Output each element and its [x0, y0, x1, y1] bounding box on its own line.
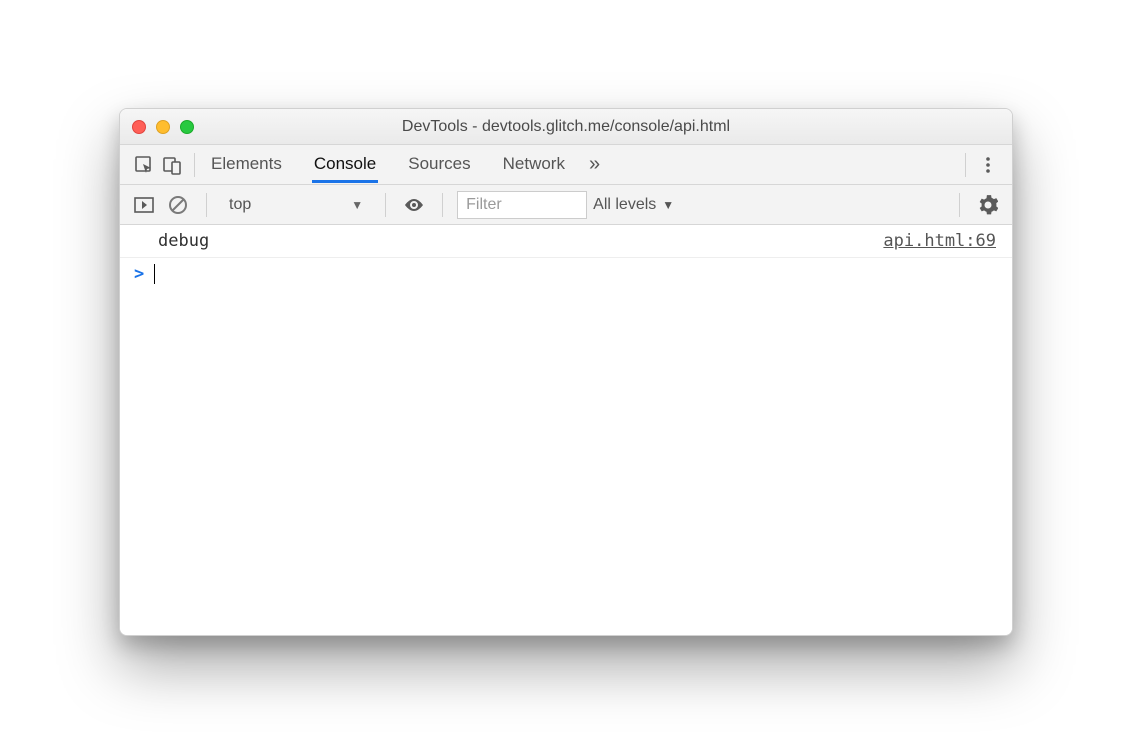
context-label: top: [229, 196, 251, 214]
prompt-chevron-icon: >: [134, 264, 144, 284]
clear-console-icon[interactable]: [164, 191, 192, 219]
toggle-sidebar-icon[interactable]: [130, 191, 158, 219]
text-cursor: [154, 264, 155, 284]
traffic-lights: [132, 120, 194, 134]
chevron-down-icon: ▼: [351, 198, 363, 212]
panel-tabs: Elements Console Sources Network: [209, 146, 567, 183]
minimize-window-button[interactable]: [156, 120, 170, 134]
tab-sources[interactable]: Sources: [406, 146, 472, 183]
titlebar: DevTools - devtools.glitch.me/console/ap…: [120, 109, 1012, 145]
device-toolbar-icon[interactable]: [158, 151, 186, 179]
console-output: debug api.html:69 >: [120, 225, 1012, 635]
devtools-window: DevTools - devtools.glitch.me/console/ap…: [119, 108, 1013, 636]
console-toolbar: top ▼ All levels ▼: [120, 185, 1012, 225]
chevron-down-icon: ▼: [662, 198, 674, 212]
live-expression-icon[interactable]: [400, 191, 428, 219]
tab-elements[interactable]: Elements: [209, 146, 284, 183]
log-message: debug: [158, 231, 209, 251]
divider: [442, 193, 443, 217]
divider: [194, 153, 195, 177]
window-title: DevTools - devtools.glitch.me/console/ap…: [120, 118, 1012, 136]
log-entry: debug api.html:69: [120, 225, 1012, 258]
more-tabs-button[interactable]: »: [589, 153, 600, 176]
log-source-link[interactable]: api.html:69: [883, 231, 996, 251]
execution-context-selector[interactable]: top ▼: [221, 196, 371, 214]
close-window-button[interactable]: [132, 120, 146, 134]
divider: [965, 153, 966, 177]
console-prompt[interactable]: >: [120, 258, 1012, 290]
inspect-element-icon[interactable]: [130, 151, 158, 179]
kebab-menu-icon[interactable]: [974, 151, 1002, 179]
filter-input[interactable]: [457, 191, 587, 219]
divider: [959, 193, 960, 217]
divider: [206, 193, 207, 217]
levels-label: All levels: [593, 196, 656, 214]
log-levels-selector[interactable]: All levels ▼: [593, 196, 674, 214]
zoom-window-button[interactable]: [180, 120, 194, 134]
tab-network[interactable]: Network: [501, 146, 567, 183]
tab-console[interactable]: Console: [312, 146, 378, 183]
panel-tabs-bar: Elements Console Sources Network »: [120, 145, 1012, 185]
console-settings-icon[interactable]: [974, 191, 1002, 219]
divider: [385, 193, 386, 217]
